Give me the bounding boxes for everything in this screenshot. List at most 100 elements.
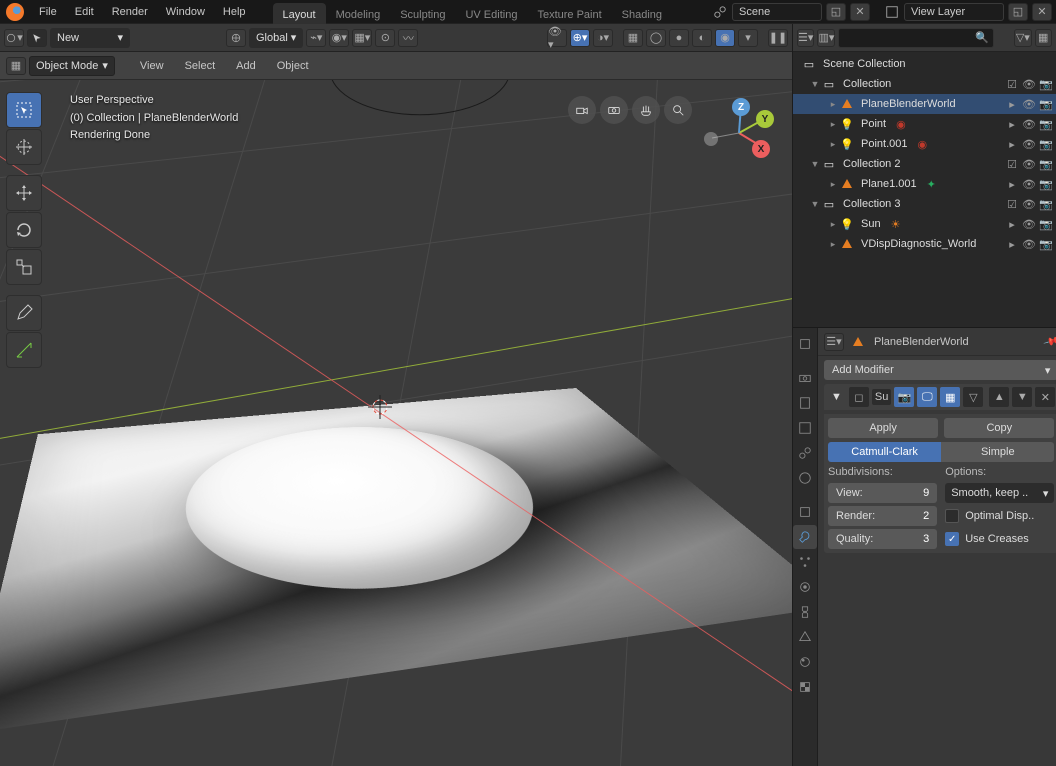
curve-button[interactable]: 〰 (398, 29, 418, 47)
mod-display-viewport-button[interactable]: 🖵 (917, 387, 937, 407)
eye-icon[interactable]: 👁 (1022, 137, 1036, 151)
overlay-toggle-button[interactable]: ◑▾ (593, 29, 613, 47)
tree-item-sun[interactable]: ▸ 💡 Sun ☀ ▸👁📷 (793, 214, 1056, 234)
menu-window[interactable]: Window (157, 0, 214, 24)
eye-icon[interactable]: 👁 (1022, 197, 1036, 211)
pin-icon[interactable]: 📌 (1042, 332, 1056, 350)
measure-tool[interactable] (6, 332, 42, 368)
camera-icon[interactable]: 📷 (1039, 177, 1053, 191)
prop-tab-texture[interactable] (793, 675, 817, 699)
select-box-tool[interactable] (6, 92, 42, 128)
prop-tab-constraints[interactable] (793, 600, 817, 624)
select-icon[interactable]: ▸ (1005, 137, 1019, 151)
viewport-3d[interactable]: User Perspective (0) Collection | PlaneB… (0, 80, 792, 766)
prop-tab-modifier[interactable] (793, 525, 817, 549)
outliner-tree[interactable]: ▭ Scene Collection ▼ ▭ Collection ☑👁📷 ▸ … (793, 52, 1056, 327)
xray-button[interactable]: ▦ (623, 29, 643, 47)
shading-wire-button[interactable]: ◯ (646, 29, 666, 47)
add-menu[interactable]: Add (227, 54, 265, 78)
scale-tool[interactable] (6, 249, 42, 285)
view-field[interactable]: View:9 (828, 483, 937, 503)
apply-button[interactable]: Apply (828, 418, 938, 438)
quality-field[interactable]: Quality:3 (828, 529, 937, 549)
prop-tab-material[interactable] (793, 650, 817, 674)
menu-edit[interactable]: Edit (66, 0, 103, 24)
prop-type-button[interactable]: ☰▾ (824, 333, 844, 351)
shading-options-button[interactable]: ▾ (738, 29, 758, 47)
tab-uvediting[interactable]: UV Editing (455, 3, 527, 24)
prop-tab-object[interactable] (793, 500, 817, 524)
outliner-new-button[interactable]: ▦ (1035, 29, 1052, 47)
exclude-icon[interactable]: ☑ (1005, 197, 1019, 211)
object-menu[interactable]: Object (268, 54, 318, 78)
scene-close-button[interactable]: ✕ (850, 3, 870, 21)
exclude-icon[interactable]: ☑ (1005, 77, 1019, 91)
cursor-tool-button[interactable] (27, 29, 47, 47)
mod-display-edit-button[interactable]: ▦ (940, 387, 960, 407)
select-icon[interactable]: ▸ (1005, 217, 1019, 231)
camera-icon[interactable]: 📷 (1039, 97, 1053, 111)
prop-tab-output[interactable] (793, 391, 817, 415)
shading-rendered-button[interactable]: ◉ (715, 29, 735, 47)
pause-render-button[interactable]: ❚❚ (768, 29, 788, 47)
outliner-type-button[interactable]: ☰▾ (797, 29, 814, 47)
shading-solid-button[interactable]: ● (669, 29, 689, 47)
prop-tab-particles[interactable] (793, 550, 817, 574)
move-tool[interactable] (6, 175, 42, 211)
eye-icon[interactable]: 👁 (1022, 117, 1036, 131)
tree-item-plane[interactable]: ▸ PlaneBlenderWorld ▸👁📷 (793, 94, 1056, 114)
add-modifier-button[interactable]: Add Modifier▾ (824, 360, 1056, 380)
navigation-gizmo[interactable]: X Y Z (704, 98, 774, 168)
camera-icon[interactable]: 📷 (1039, 237, 1053, 251)
eye-icon[interactable]: 👁 (1022, 217, 1036, 231)
modifier-name-field[interactable]: Su (872, 389, 891, 405)
camera-icon[interactable]: 📷 (1039, 197, 1053, 211)
editor-type-button[interactable]: ▾ (4, 29, 24, 47)
cursor-tool[interactable] (6, 129, 42, 165)
view-menu[interactable]: View (131, 54, 173, 78)
prop-tab-data[interactable] (793, 625, 817, 649)
mod-movedown-button[interactable]: ▼ (1012, 387, 1032, 407)
gizmo-neg[interactable] (704, 132, 718, 146)
tree-item-plane1[interactable]: ▸ Plane1.001 ✦ ▸👁📷 (793, 174, 1056, 194)
camera-icon[interactable]: 📷 (1039, 157, 1053, 171)
eye-icon[interactable]: 👁 (1022, 97, 1036, 111)
prop-tab-viewlayer[interactable] (793, 416, 817, 440)
gizmo-z[interactable]: Z (732, 98, 750, 116)
outliner-filter-button[interactable]: ▽▾ (1014, 29, 1031, 47)
tree-collection-1[interactable]: ▼ ▭ Collection ☑👁📷 (793, 74, 1056, 94)
select-icon[interactable]: ▸ (1005, 177, 1019, 191)
tree-item-point001[interactable]: ▸ 💡 Point.001 ◉ ▸👁📷 (793, 134, 1056, 154)
prop-tab-scene[interactable] (793, 441, 817, 465)
collection-dropdown[interactable]: New▾ (50, 28, 130, 48)
viewlayer-browse-button[interactable]: ◱ (1008, 3, 1028, 21)
orientation-icon-button[interactable] (226, 29, 246, 47)
simple-button[interactable]: Simple (941, 442, 1054, 462)
tree-collection-2[interactable]: ▼ ▭ Collection 2 ☑👁📷 (793, 154, 1056, 174)
mod-display-cage-button[interactable]: ▽ (963, 387, 983, 407)
eye-icon[interactable]: 👁 (1022, 157, 1036, 171)
render-field[interactable]: Render:2 (828, 506, 937, 526)
snap-toggle-button[interactable]: ⊙ (375, 29, 395, 47)
prop-tab-world[interactable] (793, 466, 817, 490)
select-icon[interactable]: ▸ (1005, 97, 1019, 111)
prop-tab-tool[interactable] (793, 332, 817, 356)
orientation-dropdown[interactable]: Global ▾ (249, 28, 303, 48)
annotate-tool[interactable] (6, 295, 42, 331)
camera-icon[interactable]: 📷 (1039, 117, 1053, 131)
shading-matprev-button[interactable]: ◐ (692, 29, 712, 47)
select-menu[interactable]: Select (176, 54, 225, 78)
tree-collection-3[interactable]: ▼ ▭ Collection 3 ☑👁📷 (793, 194, 1056, 214)
camera-icon[interactable]: 📷 (1039, 77, 1053, 91)
subdivision-type-segment[interactable]: Catmull-Clark Simple (828, 442, 1054, 462)
prop-tab-physics[interactable] (793, 575, 817, 599)
menu-help[interactable]: Help (214, 0, 255, 24)
zoom-button[interactable] (664, 96, 692, 124)
copy-button[interactable]: Copy (944, 418, 1054, 438)
eye-icon[interactable]: 👁 (1022, 77, 1036, 91)
mod-moveup-button[interactable]: ▲ (989, 387, 1009, 407)
scene-browse-button[interactable]: ◱ (826, 3, 846, 21)
tab-layout[interactable]: Layout (273, 3, 326, 24)
gizmo-toggle-button[interactable]: ⊕▾ (570, 29, 590, 47)
view-visibility-button[interactable]: 👁▾ (547, 29, 567, 47)
